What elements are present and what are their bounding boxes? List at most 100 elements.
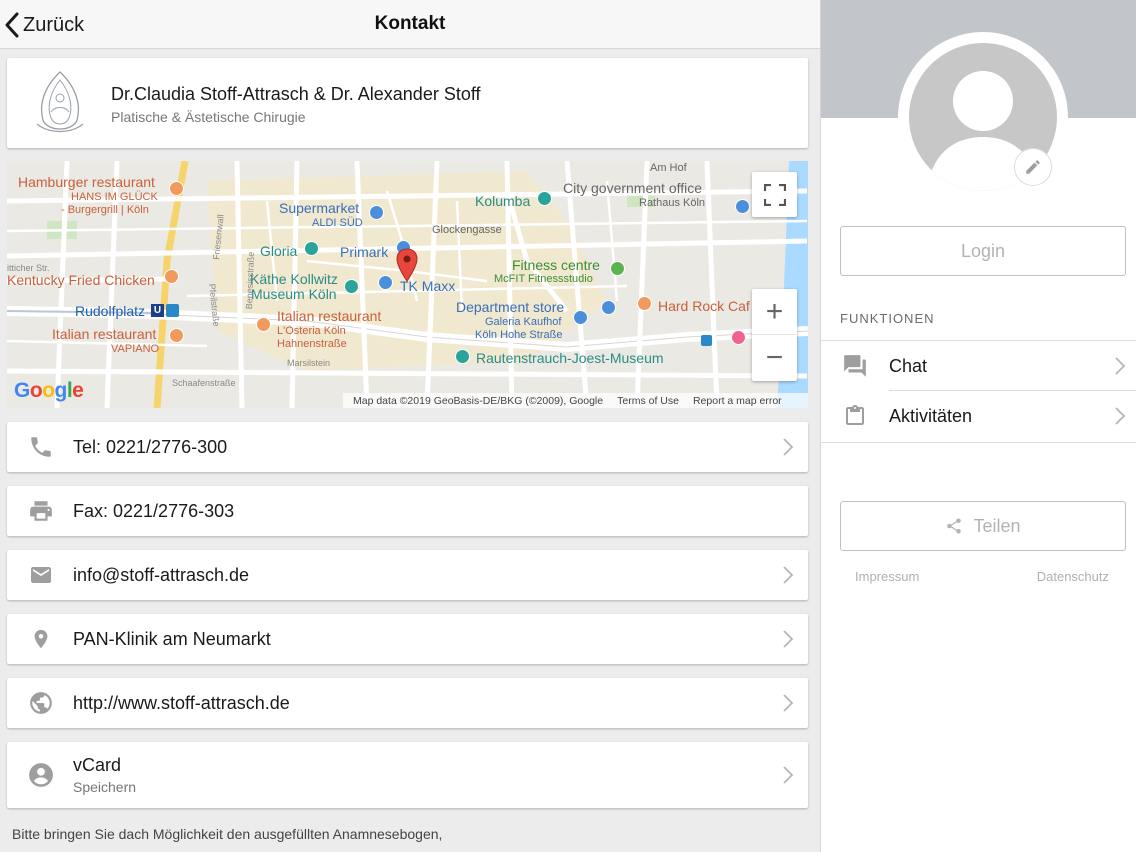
location-map[interactable]: Hamburger restaurant HANS IM GLÜCK - Bur… xyxy=(7,161,808,408)
share-label: Teilen xyxy=(973,515,1021,536)
chevron-right-icon xyxy=(1115,407,1125,425)
vcard-subtitle: Speichern xyxy=(73,779,137,795)
practice-logo-icon xyxy=(36,71,84,133)
contact-pane: Zurück Kontakt Dr.Claudia Stoff-Attrasch… xyxy=(0,0,820,852)
mail-icon xyxy=(31,567,51,583)
share-icon xyxy=(947,518,962,534)
email-address: info@stoff-attrasch.de xyxy=(73,564,250,585)
map-label: Museum Köln xyxy=(251,286,337,302)
cinema-pin-icon[interactable] xyxy=(304,241,319,256)
info-note: Bitte bringen Sie dach Möglichkeit den a… xyxy=(12,826,443,842)
menu-item-chat[interactable]: Chat xyxy=(821,341,1136,391)
restaurant-pin-icon[interactable] xyxy=(637,296,652,311)
zoom-out-button[interactable]: − xyxy=(752,335,797,381)
map-label: - Burgergrill | Köln xyxy=(61,204,149,216)
vcard-row[interactable]: vCard Speichern xyxy=(7,742,808,808)
website-row[interactable]: http://www.stoff-attrasch.de xyxy=(7,678,808,728)
clinic-address: PAN-Klinik am Neumarkt xyxy=(73,628,271,649)
report-link[interactable]: Report a map error xyxy=(693,395,782,407)
chevron-left-icon xyxy=(5,12,19,38)
menu-item-label: Chat xyxy=(889,355,928,376)
restaurant-pin-icon[interactable] xyxy=(256,317,271,332)
map-label: Gloria xyxy=(260,243,298,259)
phone-icon xyxy=(31,437,51,457)
map-zoom-control: + − xyxy=(752,289,797,381)
restaurant-pin-icon[interactable] xyxy=(164,269,179,284)
zoom-in-button[interactable]: + xyxy=(752,289,797,335)
email-row[interactable]: info@stoff-attrasch.de xyxy=(7,550,808,600)
map-attribution: Map data ©2019 GeoBasis-DE/BKG (©2009), … xyxy=(343,393,808,408)
edit-avatar-button[interactable] xyxy=(1014,148,1052,186)
menu-item-label: Aktivitäten xyxy=(889,405,973,426)
map-label: L'Osteria Köln xyxy=(277,325,346,337)
map-label: Schaafenstraße xyxy=(172,378,236,388)
museum-pin-icon[interactable] xyxy=(455,349,470,364)
map-label: HANS IM GLÜCK xyxy=(71,191,158,203)
login-button[interactable]: Login xyxy=(840,226,1126,276)
chevron-right-icon xyxy=(783,566,793,584)
vcard-title: vCard xyxy=(73,755,122,775)
clipboard-icon xyxy=(846,405,864,425)
shopping-pin-icon[interactable] xyxy=(731,330,746,345)
phone-row[interactable]: Tel: 0221/2776-300 xyxy=(7,422,808,472)
shop-pin-icon[interactable] xyxy=(601,300,616,315)
map-label: Hamburger restaurant xyxy=(18,174,155,190)
practice-header-card: Dr.Claudia Stoff-Attrasch & Dr. Alexande… xyxy=(7,58,808,148)
map-label: Kolumba xyxy=(475,193,531,209)
location-marker-icon[interactable] xyxy=(396,248,418,282)
map-label: ALDI SÜD xyxy=(312,217,363,229)
menu-item-activities[interactable]: Aktivitäten xyxy=(821,391,1136,441)
tram-icon xyxy=(701,335,712,346)
shop-pin-icon[interactable] xyxy=(369,205,384,220)
museum-pin-icon[interactable] xyxy=(344,279,359,294)
map-fullscreen-button[interactable] xyxy=(752,172,797,217)
map-label: Italian restaurant xyxy=(277,308,382,324)
fullscreen-icon xyxy=(763,183,786,206)
fitness-pin-icon[interactable] xyxy=(610,261,625,276)
map-label: Supermarket xyxy=(279,200,360,216)
subway-icon: U xyxy=(151,304,164,317)
phone-number: Tel: 0221/2776-300 xyxy=(73,436,228,457)
museum-pin-icon[interactable] xyxy=(537,191,552,206)
back-button[interactable]: Zurück xyxy=(4,10,84,40)
impressum-link[interactable]: Impressum xyxy=(855,569,919,584)
map-data-text: Map data ©2019 GeoBasis-DE/BKG (©2009), … xyxy=(353,394,604,407)
address-row[interactable]: PAN-Klinik am Neumarkt xyxy=(7,614,808,664)
tram-icon xyxy=(166,304,179,317)
share-button[interactable]: Teilen xyxy=(840,501,1126,551)
shop-pin-icon[interactable] xyxy=(378,275,393,290)
restaurant-pin-icon[interactable] xyxy=(169,181,184,196)
google-logo: Google xyxy=(14,379,84,402)
map-label: Primark xyxy=(340,244,389,260)
chevron-right-icon xyxy=(783,766,793,784)
functions-header: FUNKTIONEN xyxy=(840,311,935,326)
chat-icon xyxy=(844,355,866,377)
map-label: Department store xyxy=(456,299,565,315)
pencil-icon xyxy=(1026,160,1040,174)
map-label: Marsilstein xyxy=(287,358,331,368)
shop-pin-icon[interactable] xyxy=(573,310,588,325)
map-label: Käthe Kollwitz xyxy=(250,271,338,287)
chevron-right-icon xyxy=(783,694,793,712)
chevron-right-icon xyxy=(783,438,793,456)
map-label: Benesisstraße xyxy=(243,251,257,310)
map-label: Rudolfplatz xyxy=(75,303,146,319)
privacy-link[interactable]: Datenschutz xyxy=(1037,569,1109,584)
map-label: Kentucky Fried Chicken xyxy=(7,272,155,288)
map-label: Am Hof xyxy=(650,162,687,174)
nav-bar: Zurück Kontakt xyxy=(0,0,820,49)
map-label: Italian restaurant xyxy=(52,326,157,342)
map-label: Glockengasse xyxy=(432,224,502,236)
fax-number: Fax: 0221/2776-303 xyxy=(73,500,235,521)
terms-link[interactable]: Terms of Use xyxy=(617,395,679,407)
divider xyxy=(821,442,1136,443)
map-label: Hard Rock Caf xyxy=(658,298,750,314)
map-label: McFIT Fitnessstudio xyxy=(494,273,593,285)
account-circle-icon xyxy=(29,763,53,787)
map-label: Hahnenstraße xyxy=(277,338,347,350)
back-label: Zurück xyxy=(23,13,85,36)
government-pin-icon[interactable] xyxy=(735,199,750,214)
fax-row[interactable]: Fax: 0221/2776-303 xyxy=(7,486,808,536)
restaurant-pin-icon[interactable] xyxy=(169,328,184,343)
map-label: Köln Hohe Straße xyxy=(475,329,563,341)
